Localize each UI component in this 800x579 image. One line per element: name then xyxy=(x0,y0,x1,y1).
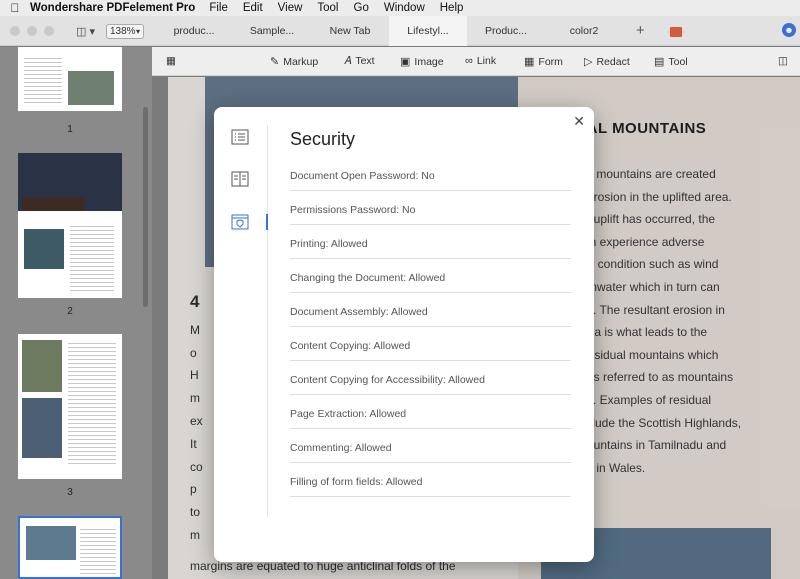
image-button[interactable]: ▣ Image xyxy=(400,55,444,68)
page-thumbnail-3[interactable] xyxy=(18,334,122,479)
security-shield-icon[interactable] xyxy=(231,214,249,230)
pen-icon: ✎ xyxy=(270,56,280,68)
menu-edit[interactable]: Edit xyxy=(243,2,263,14)
new-tab-icon[interactable]: + xyxy=(636,22,645,39)
document-properties-icon[interactable] xyxy=(231,129,249,145)
thumb-image xyxy=(26,526,76,560)
text-button[interactable]: 𝐴 Text xyxy=(344,55,375,68)
image-icon: ▣ xyxy=(400,56,411,68)
link-label: Link xyxy=(476,55,497,67)
thumb-text xyxy=(68,340,116,466)
redact-button[interactable]: ▷ Redact xyxy=(584,55,630,68)
chevron-down-icon: ▾ xyxy=(135,27,140,36)
app-name[interactable]: Wondershare PDFelement Pro xyxy=(30,2,195,14)
menu-help[interactable]: Help xyxy=(440,2,464,14)
dialog-title: Security xyxy=(290,129,356,149)
close-window-button[interactable] xyxy=(10,26,20,36)
image-label: Image xyxy=(414,56,444,68)
tab-color2[interactable]: color2 xyxy=(545,16,623,46)
link-button[interactable]: ∞ Link xyxy=(465,55,496,67)
window-controls xyxy=(10,26,54,36)
tool-button[interactable]: ▤ Tool xyxy=(654,55,688,68)
menu-view[interactable]: View xyxy=(278,2,303,14)
edit-toolbar: ▦ ✎ Markup 𝐴 Text ▣ Image ∞ Link ▦ Form ▷ Reda… xyxy=(152,47,800,76)
page-number-3: 3 xyxy=(67,487,73,498)
thumbnail-grid-icon[interactable]: ▦ xyxy=(166,55,176,67)
sidebar-scrollbar[interactable] xyxy=(143,107,148,307)
thumb-text xyxy=(80,526,116,576)
page-thumbnail-2[interactable] xyxy=(18,153,122,298)
menu-window[interactable]: Window xyxy=(384,2,425,14)
app-grid-icon[interactable] xyxy=(670,27,682,37)
tab-bar: ◫ ▾ 138% ▾ produc... Sample... New Tab Li… xyxy=(0,16,800,46)
security-row-assembly: Document Assembly: Allowed xyxy=(290,302,571,327)
thumb-title-box xyxy=(22,197,84,211)
redact-label: Redact xyxy=(596,56,630,68)
panel-toggle-icon[interactable]: ◫ xyxy=(778,55,788,67)
tab-new-tab[interactable]: New Tab xyxy=(311,16,389,46)
book-icon[interactable] xyxy=(231,171,249,187)
markup-label: Markup xyxy=(283,56,319,68)
tab-lifestyle[interactable]: Lifestyl... xyxy=(389,16,467,46)
thumb-image xyxy=(68,71,114,105)
thumbnail-sidebar: 1 2 3 xyxy=(0,47,152,579)
minimize-window-button[interactable] xyxy=(27,26,37,36)
tab-product-1[interactable]: produc... xyxy=(155,16,233,46)
security-row-form-filling: Filling of form fields: Allowed xyxy=(290,472,571,497)
security-row-open-password: Document Open Password: No xyxy=(290,166,571,191)
nav-rail xyxy=(267,125,268,517)
markup-button[interactable]: ✎ Markup xyxy=(270,55,318,68)
form-icon: ▦ xyxy=(524,56,535,68)
tool-label: Tool xyxy=(668,56,688,68)
user-avatar-icon[interactable]: ☻ xyxy=(782,23,796,37)
thumb-image xyxy=(24,229,64,269)
sidebar-toggle-icon[interactable]: ◫ ▾ xyxy=(76,25,95,38)
thumb-image xyxy=(22,398,62,458)
menubar:  Wondershare PDFelement Pro File Edit V… xyxy=(0,0,800,16)
text-icon: 𝐴 xyxy=(344,55,352,67)
toolbox-icon: ▤ xyxy=(654,56,665,68)
nav-active-indicator xyxy=(266,214,268,230)
security-row-copying: Content Copying: Allowed xyxy=(290,336,571,361)
security-row-permissions-password: Permissions Password: No xyxy=(290,200,571,225)
text-label: Text xyxy=(355,55,375,67)
security-row-copying-accessibility: Content Copying for Accessibility: Allow… xyxy=(290,370,571,395)
link-icon: ∞ xyxy=(465,55,473,67)
security-row-changing: Changing the Document: Allowed xyxy=(290,268,571,293)
page-number-1: 1 xyxy=(67,124,73,135)
menu-tool[interactable]: Tool xyxy=(317,2,338,14)
menu-go[interactable]: Go xyxy=(354,2,369,14)
redact-icon: ▷ xyxy=(584,56,593,68)
page-thumbnail-4[interactable] xyxy=(18,516,122,579)
tab-sample[interactable]: Sample... xyxy=(233,16,311,46)
page-number-2: 2 xyxy=(67,306,73,317)
form-label: Form xyxy=(538,56,563,68)
tab-product-2[interactable]: Produc... xyxy=(467,16,545,46)
thumb-image xyxy=(22,340,62,392)
thumb-text xyxy=(70,223,114,293)
security-dialog: ✕ Security Document Open Password: No Pe… xyxy=(214,107,594,562)
zoom-select[interactable]: 138% ▾ xyxy=(106,24,144,39)
page-thumbnail-1[interactable] xyxy=(18,47,122,111)
form-button[interactable]: ▦ Form xyxy=(524,55,563,68)
zoom-value: 138% xyxy=(110,26,136,37)
apple-icon[interactable]:  xyxy=(0,1,30,15)
security-row-commenting: Commenting: Allowed xyxy=(290,438,571,463)
thumb-text xyxy=(24,55,62,105)
menu-file[interactable]: File xyxy=(209,2,228,14)
close-icon[interactable]: ✕ xyxy=(573,113,585,130)
security-row-printing: Printing: Allowed xyxy=(290,234,571,259)
security-row-page-extraction: Page Extraction: Allowed xyxy=(290,404,571,429)
zoom-window-button[interactable] xyxy=(44,26,54,36)
